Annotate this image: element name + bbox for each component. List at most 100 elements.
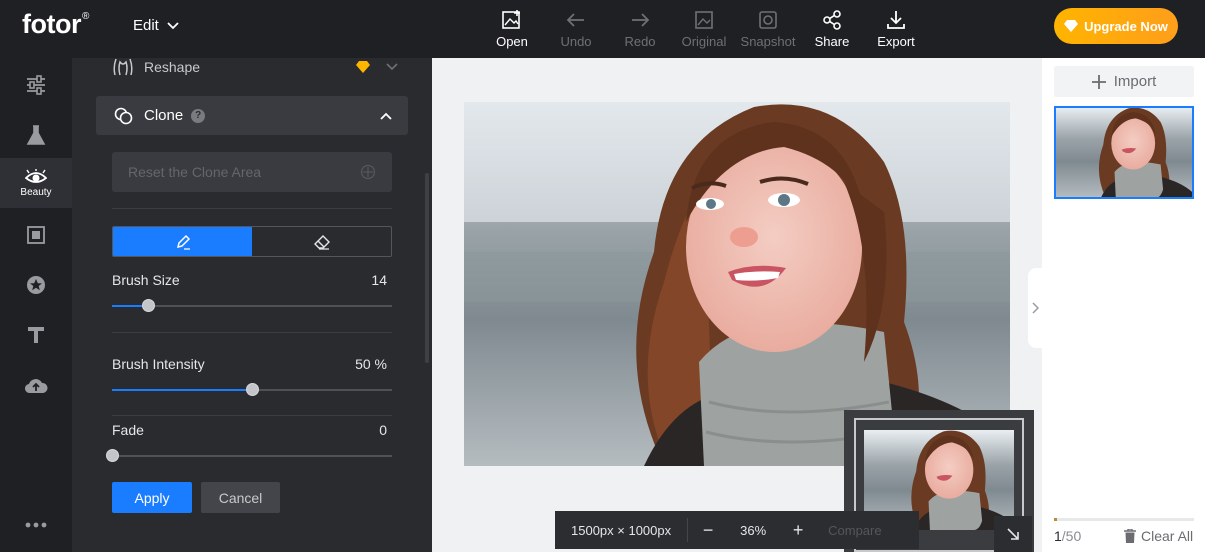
zoom-bar: 1500px × 1000px − 36% + Compare	[555, 511, 919, 549]
upgrade-now-button[interactable]: Upgrade Now	[1054, 8, 1178, 44]
reset-clone-area-button[interactable]: Reset the Clone Area	[112, 152, 392, 192]
panel-scrollbar[interactable]	[425, 173, 429, 363]
original-image-icon	[695, 11, 713, 29]
frame-icon	[27, 226, 45, 244]
clone-icon	[114, 107, 133, 124]
clear-all-label: Clear All	[1141, 528, 1194, 544]
sidebar-item-frames[interactable]	[0, 210, 72, 260]
brush-intensity-thumb[interactable]	[246, 383, 259, 396]
original-label: Original	[681, 34, 727, 49]
eraser-mode-button[interactable]	[252, 227, 391, 256]
reshape-label: Reshape	[144, 59, 201, 75]
sidebar-item-more[interactable]	[0, 500, 72, 550]
logo-text: fotor	[22, 9, 81, 39]
toolbar: Open Undo Redo Original Snapshot Share E…	[480, 0, 928, 58]
collapse-right-panel-tab[interactable]	[1028, 268, 1042, 348]
plus-icon	[1091, 74, 1106, 89]
brush-size-row: Brush Size 14	[112, 272, 387, 288]
redo-button[interactable]: Redo	[608, 0, 672, 58]
brush-size-value: 14	[371, 272, 387, 288]
image-count-progress	[1054, 518, 1194, 521]
reshape-row[interactable]: Reshape	[112, 58, 412, 76]
undo-button[interactable]: Undo	[544, 0, 608, 58]
crosshair-icon	[360, 164, 376, 180]
reshape-icon	[113, 58, 133, 76]
image-count-total: /50	[1061, 528, 1082, 544]
undo-label: Undo	[560, 34, 592, 49]
fotor-logo[interactable]: fotor®	[22, 9, 89, 40]
chevron-right-icon	[1031, 302, 1039, 314]
editing-canvas: 1500px × 1000px − 36% + Compare	[432, 58, 1042, 552]
brush-size-slider[interactable]	[112, 299, 392, 312]
brush-size-thumb[interactable]	[142, 299, 156, 312]
edit-menu[interactable]: Edit	[133, 17, 179, 34]
export-label: Export	[877, 34, 915, 49]
fade-value: 0	[379, 422, 387, 438]
logo-registered-mark: ®	[81, 11, 89, 22]
fade-slider[interactable]	[106, 449, 392, 462]
fade-label: Fade	[112, 422, 144, 438]
effects-flask-icon	[26, 125, 46, 145]
share-button[interactable]: Share	[800, 0, 864, 58]
compare-button[interactable]: Compare	[828, 523, 881, 538]
chevron-down-icon	[386, 63, 398, 71]
tool-category-sidebar: Beauty	[0, 58, 72, 552]
brush-intensity-slider[interactable]	[112, 383, 392, 396]
premium-diamond-icon	[356, 61, 370, 73]
sidebar-item-effects[interactable]	[0, 110, 72, 160]
clone-label: Clone	[144, 107, 184, 124]
divider	[112, 208, 392, 209]
cancel-button[interactable]: Cancel	[201, 482, 280, 513]
cloud-upload-icon	[24, 379, 48, 394]
divider	[112, 332, 392, 333]
redo-label: Redo	[624, 34, 656, 49]
image-counter: 1/50	[1054, 528, 1081, 544]
sticker-star-icon	[27, 276, 45, 294]
chevron-up-icon	[380, 112, 392, 120]
help-icon[interactable]: ?	[191, 108, 206, 123]
chevron-down-icon	[167, 21, 179, 29]
sidebar-item-uploads[interactable]	[0, 360, 72, 410]
top-bar: fotor® Edit Open Undo Redo Original Snap…	[0, 0, 1205, 58]
open-label: Open	[496, 34, 528, 49]
original-button[interactable]: Original	[672, 0, 736, 58]
import-label: Import	[1113, 73, 1157, 90]
undo-arrow-icon	[566, 13, 584, 27]
redo-arrow-icon	[632, 13, 650, 27]
clear-all-button[interactable]: Clear All	[1124, 528, 1193, 544]
beauty-eye-icon	[25, 168, 47, 183]
upgrade-label: Upgrade Now	[1084, 18, 1168, 34]
divider	[112, 415, 392, 416]
snapshot-button[interactable]: Snapshot	[736, 0, 800, 58]
more-dots-icon	[25, 522, 47, 528]
zoom-level: 36%	[740, 522, 767, 538]
beauty-tools-panel: Reshape Clone ? Reset the Clone Area Bru…	[72, 58, 432, 552]
export-button[interactable]: Export	[864, 0, 928, 58]
image-thumbnail[interactable]	[1054, 106, 1194, 199]
eraser-icon	[313, 234, 330, 250]
brush-mode-button[interactable]	[113, 227, 252, 256]
clone-section-header[interactable]: Clone ?	[96, 96, 408, 135]
zoom-out-button[interactable]: −	[688, 520, 728, 541]
share-icon	[823, 10, 841, 30]
import-button[interactable]: Import	[1054, 66, 1194, 97]
text-icon	[28, 327, 44, 343]
sidebar-item-adjust[interactable]	[0, 60, 72, 110]
zoom-in-button[interactable]: +	[778, 520, 818, 541]
snapshot-icon	[759, 11, 777, 29]
arrow-down-right-icon	[1007, 528, 1019, 540]
brush-intensity-fill	[112, 389, 252, 391]
apply-button[interactable]: Apply	[112, 482, 192, 513]
sidebar-item-beauty[interactable]: Beauty	[0, 158, 72, 208]
open-button[interactable]: Open	[480, 0, 544, 58]
export-download-icon	[887, 11, 905, 29]
brush-pen-icon	[176, 234, 190, 250]
sidebar-item-stickers[interactable]	[0, 260, 72, 310]
edit-menu-label: Edit	[133, 17, 159, 34]
thumbnail-photo-image	[1056, 108, 1192, 197]
navigator-expand-button[interactable]	[994, 516, 1032, 552]
sidebar-item-beauty-label: Beauty	[20, 186, 52, 198]
fade-thumb[interactable]	[106, 449, 119, 462]
diamond-icon	[1064, 20, 1079, 32]
sidebar-item-text[interactable]	[0, 310, 72, 360]
